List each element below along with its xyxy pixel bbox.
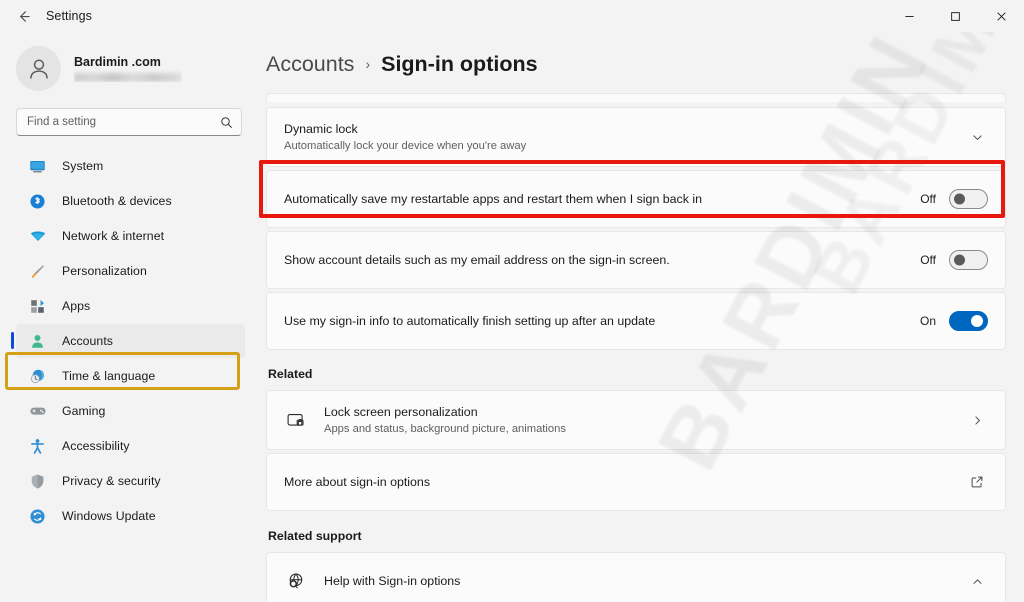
search-icon (220, 116, 233, 129)
sidebar-item-system[interactable]: System (16, 149, 245, 183)
sidebar-item-bluetooth-devices[interactable]: Bluetooth & devices (16, 184, 245, 218)
setting-title: Automatically save my restartable apps a… (284, 191, 902, 207)
account-header[interactable]: Bardimin .com (5, 38, 251, 99)
related-item-title: Lock screen personalization (324, 404, 952, 420)
toggle-state-label: On (916, 314, 936, 328)
bluetooth-icon (28, 192, 47, 211)
content-pane: BARDIMIN BARDIMIN Accounts › Sign-in opt… (256, 32, 1024, 602)
related-support-heading: Related support (268, 529, 1006, 543)
gamepad-icon (28, 402, 47, 421)
search-box[interactable] (16, 108, 242, 136)
chevron-up-icon[interactable] (966, 575, 988, 588)
clock-globe-icon (28, 367, 47, 386)
sidebar-item-gaming[interactable]: Gaming (16, 394, 245, 428)
sidebar-item-label: Privacy & security (62, 474, 161, 488)
apps-icon (28, 297, 47, 316)
search-input[interactable] (27, 116, 220, 128)
support-item-title: Help with Sign-in options (324, 573, 952, 589)
toggle-state-label: Off (916, 253, 936, 267)
setting-title: Dynamic lock (284, 121, 952, 137)
window-controls (886, 0, 1024, 32)
sidebar-item-label: Gaming (62, 404, 105, 418)
chevron-right-icon[interactable] (966, 414, 988, 427)
restartable-apps-toggle[interactable] (949, 189, 988, 209)
sidebar-item-label: Network & internet (62, 229, 164, 243)
sidebar-item-privacy-security[interactable]: Privacy & security (16, 464, 245, 498)
finish-setup-toggle[interactable] (949, 311, 988, 331)
sidebar-item-label: Apps (62, 299, 90, 313)
account-details-card[interactable]: Show account details such as my email ad… (266, 231, 1006, 289)
setting-title: Use my sign-in info to automatically fin… (284, 313, 902, 329)
close-button[interactable] (978, 0, 1024, 32)
account-email-redacted (74, 73, 182, 82)
related-heading: Related (268, 367, 1006, 381)
shield-icon (28, 472, 47, 491)
clipped-card-above (266, 93, 1006, 102)
breadcrumb-separator: › (365, 56, 370, 72)
related-item-title: More about sign-in options (284, 474, 952, 490)
breadcrumb-parent-link[interactable]: Accounts (266, 52, 354, 77)
help-globe-icon (284, 569, 308, 593)
external-link-icon[interactable] (966, 475, 988, 489)
brush-icon (28, 262, 47, 281)
settings-list: Dynamic lock Automatically lock your dev… (266, 93, 1006, 602)
chevron-down-icon[interactable] (966, 131, 988, 144)
sidebar-item-accounts[interactable]: Accounts (16, 324, 245, 358)
settings-window: Settings (0, 0, 1024, 602)
sidebar-item-accessibility[interactable]: Accessibility (16, 429, 245, 463)
breadcrumb: Accounts › Sign-in options (266, 32, 1006, 93)
account-name: Bardimin .com (74, 55, 182, 70)
minimize-button[interactable] (886, 0, 932, 32)
sidebar-item-label: Time & language (62, 369, 155, 383)
restartable-apps-card[interactable]: Automatically save my restartable apps a… (266, 170, 1006, 228)
setting-title: Show account details such as my email ad… (284, 252, 902, 268)
back-button[interactable] (6, 1, 40, 31)
wifi-icon (28, 227, 47, 246)
sidebar-item-label: Personalization (62, 264, 147, 278)
back-arrow-icon (16, 9, 31, 24)
person-icon (28, 332, 47, 351)
monitor-icon (28, 157, 47, 176)
sidebar-item-time-language[interactable]: Time & language (16, 359, 245, 393)
related-item-subtitle: Apps and status, background picture, ani… (324, 422, 952, 437)
toggle-state-label: Off (916, 192, 936, 206)
avatar (16, 46, 61, 91)
sidebar-item-network-internet[interactable]: Network & internet (16, 219, 245, 253)
sidebar-item-label: Bluetooth & devices (62, 194, 172, 208)
setting-subtitle: Automatically lock your device when you'… (284, 139, 952, 154)
lock-screen-personalization-card[interactable]: Lock screen personalization Apps and sta… (266, 390, 1006, 450)
accessibility-icon (28, 437, 47, 456)
sidebar: Bardimin .com (0, 32, 256, 602)
sidebar-item-label: Windows Update (62, 509, 156, 523)
sidebar-item-apps[interactable]: Apps (16, 289, 245, 323)
sidebar-item-label: Accessibility (62, 439, 130, 453)
finish-setup-card[interactable]: Use my sign-in info to automatically fin… (266, 292, 1006, 350)
help-sign-in-options-card[interactable]: Help with Sign-in options (266, 552, 1006, 602)
maximize-button[interactable] (932, 0, 978, 32)
window-title: Settings (46, 9, 92, 23)
lock-screen-icon (284, 408, 308, 432)
sidebar-item-personalization[interactable]: Personalization (16, 254, 245, 288)
update-icon (28, 507, 47, 526)
sidebar-item-label: Accounts (62, 334, 113, 348)
page-title: Sign-in options (381, 52, 537, 77)
window-body: Bardimin .com (0, 32, 1024, 602)
title-bar: Settings (0, 0, 1024, 32)
sidebar-nav: System Bluetooth & devices (5, 149, 251, 533)
sidebar-item-label: System (62, 159, 103, 173)
dynamic-lock-card[interactable]: Dynamic lock Automatically lock your dev… (266, 107, 1006, 167)
more-about-sign-in-card[interactable]: More about sign-in options (266, 453, 1006, 511)
account-details-toggle[interactable] (949, 250, 988, 270)
sidebar-item-windows-update[interactable]: Windows Update (16, 499, 245, 533)
